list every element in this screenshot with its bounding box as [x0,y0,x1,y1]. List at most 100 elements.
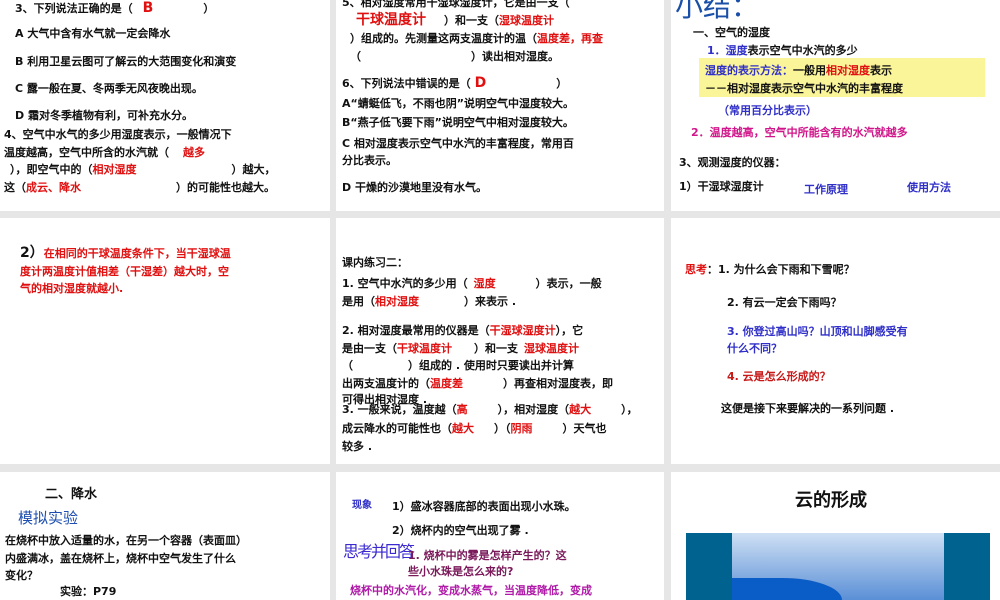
answer: 高 [456,403,468,416]
option-c: C 相对湿度表示空气中水汽的丰富程度，常用百 [342,137,574,150]
text: ），它 [555,324,584,337]
text: 表示 [870,64,892,77]
option-c: C 露一般在夏、冬两季无风夜晚出现。 [15,82,203,95]
text: ） [203,2,215,15]
text: 温度越高，空气中所含的水汽就（ [4,146,169,159]
answer: B [142,0,154,16]
answer: 干湿球湿度计 [489,324,556,337]
text: 这（ [4,181,26,194]
question-5-line: ）组成的。先测量这两支温度计的温（温度差，再查 [350,32,603,45]
text: 表示空气中水汽的多少 [747,44,858,57]
point: 2）在相同的干球温度条件下，当干湿球温 [20,245,231,261]
slide-thumbnail-1[interactable]: 3、下列说法正确的是（ B ） A 大气中含有水气就一定会降水 B 利用卫星云图可了… [0,0,330,211]
answer: 温度差，再查 [537,32,603,45]
question-line: 些小水珠是怎么来的? [408,565,514,578]
slide-thumbnail-9[interactable]: 云的形成 [671,472,1000,600]
text: 成云降水的可能性也（ [342,422,452,435]
slide-thumbnail-5[interactable]: 课内练习二： 1. 空气中水汽的多少用（ 湿度 ）表示，一般 是用（相对湿度 ）来表示… [336,218,664,464]
text: （ [350,50,361,63]
observation-2: 2）烧杯内的空气出现了雾 . [392,524,529,537]
question-3: 3、下列说法正确的是（ B ） [15,0,215,16]
text: 6、下列说法中错误的是（ [342,77,471,90]
text: 湿度的表示方法： [705,64,793,77]
link-working-principle[interactable]: 工作原理 [804,183,848,196]
q2-line: （ ）组成的 . 使用时只要读出并计算 [342,359,574,372]
question-6: 6、下列说法中错误的是（ D ） [342,75,568,91]
text: 一般用 [793,64,826,77]
q2-line: 是由一支（干球温度计 ）和一支 湿球温度计 [342,342,579,355]
text: 3. 一般来说，温度越（ [342,403,457,416]
answer: 越大 [452,422,474,435]
text: 度计两温度计值相差（干湿差）越大时，空 [20,265,229,278]
text: ）读出相对湿度。 [471,50,559,63]
slide-thumbnail-4[interactable]: 2）在相同的干球温度条件下，当干湿球温 度计两温度计值相差（干湿差）越大时，空 … [0,218,330,464]
box-line: －－相对湿度表示空气中水汽的丰富程度 [705,82,903,95]
sky-gradient [732,533,944,600]
q3-line: 3. 一般来说，温度越（高 ），相对湿度（越大 ）， [342,403,638,416]
point-1: 1．湿度表示空气中水汽的多少 [707,44,858,57]
answer: 湿球温度计 [524,342,579,355]
slide-thumbnail-3[interactable]: 小结： 一、空气的湿度 1．湿度表示空气中水汽的多少 湿度的表示方法：一般用相对… [671,0,1000,211]
text: ）组成的。先测量这两支温度计的温（ [350,32,537,45]
question-3: 3. 你登过高山吗？山顶和山脚感受有 [727,325,908,338]
answer: 湿球温度计 [499,14,554,27]
text: ）（ [494,422,511,435]
slide-thumbnail-6[interactable]: 思考：1. 为什么会下雨和下雪呢？ 2. 有云一定会下雨吗？ 3. 你登过高山吗… [671,218,1000,464]
text: ）来表示 . [464,295,517,308]
slide-thumbnail-2[interactable]: 5、相对湿度常用干湿球湿度计，它是由一支（ 干球温度计 ）和一支（湿球温度计 ）组… [336,0,664,211]
slide-title: 课内练习二： [342,256,408,269]
q1-line: 1. 空气中水汽的多少用（ 湿度 ）表示，一般 [342,277,602,290]
q3-line: 成云降水的可能性也（越大 ）（阴雨 ）天气也 [342,422,607,435]
text-line: 变化？ [5,569,38,582]
answer-line: 烧杯中的水汽化，变成水蒸气，当温度降低，变成 [350,584,592,597]
answer: 干球温度计 [397,342,452,355]
slide-title: 云的形成 [795,490,867,511]
q2-line: 2. 相对湿度最常用的仪器是（干湿球湿度计），它 [342,324,583,337]
slide-thumbnail-7[interactable]: 二、降水 模拟实验 在烧杯中放入适量的水，在另一个容器（表面皿） 内盛满冰，盖在… [0,472,330,600]
note: （常用百分比表示） [718,104,817,117]
option-d: D 霜对冬季植物有利，可补充水分。 [15,109,193,122]
answer: 干球温度计 [356,12,426,28]
option-a: A“蜻蜓低飞，不雨也阴”说明空气中湿度较大。 [342,97,574,110]
question-2: 2. 有云一定会下雨吗？ [727,296,842,309]
text-line: 内盛满冰，盖在烧杯上，烧杯中空气发生了什么 [5,552,236,565]
text: ：1. 为什么会下雨和下雪呢？ [707,263,855,276]
question-5-line: （ ）读出相对湿度。 [350,50,559,63]
question-5-line: 5、相对湿度常用干湿球湿度计，它是由一支（ [342,0,570,9]
text-line: 在烧杯中放入适量的水，在另一个容器（表面皿） [5,534,247,547]
keyword: 1．湿度 [707,44,748,57]
label: 现象 [352,500,372,511]
text: ）和一支 [474,342,518,355]
text: ），相对湿度（ [497,403,570,416]
question-4-line: 温度越高，空气中所含的水汽就（ 越多 [4,146,205,159]
link-usage-method[interactable]: 使用方法 [907,181,951,194]
option-c-cont: 分比表示。 [342,154,397,167]
heading: 二、降水 [45,487,98,502]
question-3-cont: 什么不同？ [727,342,782,355]
text: 3、下列说法正确的是（ [15,2,133,15]
cloud-formation-image [686,533,990,600]
answer: D [474,75,487,91]
box-line: 湿度的表示方法：一般用相对湿度表示 [705,64,892,77]
slide-thumbnail-8[interactable]: 现象 1）盛冰容器底部的表面出现小水珠。 2）烧杯内的空气出现了雾 . 思考并回… [336,472,664,600]
question-line: 1. 烧杯中的雾是怎样产生的？这 [408,549,567,562]
question-5-line: 干球温度计 ）和一支（湿球温度计 [356,12,554,28]
option-b: B 利用卫星云图可了解云的大范围变化和演变 [15,55,237,68]
subheading: 模拟实验 [18,509,79,527]
text: ）和一支（ [444,14,499,27]
text-line: 实验：P79 [60,585,117,598]
question-4: 4. 云是怎么形成的？ [727,370,831,383]
text: ） [556,77,568,90]
answer: 相对湿度 [375,295,419,308]
text: 气的相对湿度就越小. [20,282,124,295]
text: 是由一支（ [342,342,397,355]
q3-line: 较多 . [342,440,373,453]
answer: 成云、降水 [26,181,81,194]
text: 是用（ [342,295,375,308]
text: ）再查相对湿度表，即 [503,377,613,390]
keyword: 相对湿度 [826,64,870,77]
text: 2. 相对湿度最常用的仪器是（ [342,324,490,337]
text: ）表示，一般 [535,277,602,290]
text: 2） [20,245,44,261]
answer: 越多 [183,146,205,159]
